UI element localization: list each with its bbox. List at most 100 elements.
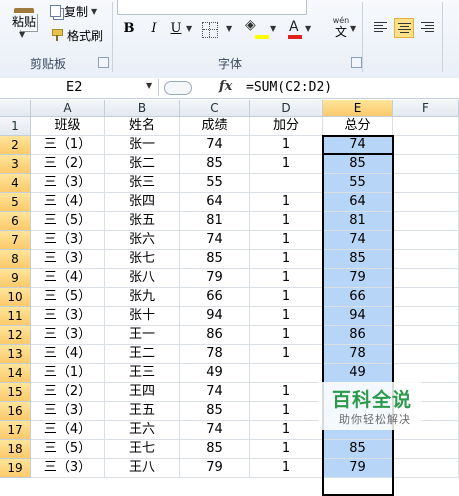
table-cell[interactable]: 79 (323, 459, 393, 478)
header-cell[interactable]: 姓名 (105, 117, 180, 136)
table-cell[interactable]: 王一 (105, 326, 180, 345)
table-cell[interactable] (393, 250, 459, 269)
table-cell[interactable] (393, 364, 459, 383)
table-cell[interactable]: 王二 (105, 345, 180, 364)
table-cell[interactable] (393, 326, 459, 345)
insert-function-button[interactable]: fx (219, 79, 232, 94)
table-cell[interactable]: 78 (180, 345, 250, 364)
table-cell[interactable]: 三（3） (31, 174, 105, 193)
row-header[interactable]: 5 (0, 193, 31, 212)
copy-dropdown-icon[interactable]: ▼ (91, 7, 97, 16)
row-header[interactable]: 11 (0, 307, 31, 326)
format-painter-button[interactable]: 格式刷 (50, 26, 103, 44)
table-cell[interactable]: 81 (323, 212, 393, 231)
table-cell[interactable]: 三（3） (31, 231, 105, 250)
table-cell[interactable]: 49 (180, 364, 250, 383)
borders-icon[interactable] (202, 22, 218, 38)
table-cell[interactable]: 85 (180, 155, 250, 174)
font-color-icon[interactable]: A (289, 18, 299, 36)
column-header-d[interactable]: D (250, 100, 323, 117)
header-cell[interactable]: 成绩 (180, 117, 250, 136)
font-dialog-launcher-icon[interactable] (351, 57, 362, 68)
borders-dropdown-icon[interactable]: ▼ (226, 20, 232, 38)
table-cell[interactable]: 三（3） (31, 402, 105, 421)
align-left-button[interactable] (371, 18, 391, 38)
phonetic-guide-button[interactable]: wén 文 (330, 17, 352, 40)
table-cell[interactable]: 王四 (105, 383, 180, 402)
row-header[interactable]: 9 (0, 269, 31, 288)
table-cell[interactable]: 张二 (105, 155, 180, 174)
row-header[interactable]: 3 (0, 155, 31, 174)
table-cell[interactable] (393, 307, 459, 326)
table-cell[interactable]: 55 (180, 174, 250, 193)
table-cell[interactable]: 1 (250, 421, 323, 440)
table-cell[interactable]: 1 (250, 459, 323, 478)
table-cell[interactable]: 王七 (105, 440, 180, 459)
table-cell[interactable]: 1 (250, 231, 323, 250)
table-cell[interactable]: 1 (250, 440, 323, 459)
table-cell[interactable]: 85 (323, 155, 393, 174)
table-cell[interactable]: 74 (180, 231, 250, 250)
table-cell[interactable]: 79 (180, 459, 250, 478)
clipboard-dialog-launcher-icon[interactable] (98, 57, 109, 68)
table-cell[interactable]: 张三 (105, 174, 180, 193)
table-cell[interactable]: 1 (250, 136, 323, 155)
table-cell[interactable] (393, 193, 459, 212)
table-cell[interactable]: 64 (180, 193, 250, 212)
table-cell[interactable]: 三（4） (31, 421, 105, 440)
table-cell[interactable]: 1 (250, 307, 323, 326)
table-cell[interactable]: 张八 (105, 269, 180, 288)
table-cell[interactable]: 85 (180, 440, 250, 459)
name-box[interactable]: E2 ▼ (0, 79, 159, 96)
row-header[interactable]: 8 (0, 250, 31, 269)
row-header[interactable]: 2 (0, 136, 31, 155)
table-cell[interactable] (393, 345, 459, 364)
table-cell[interactable]: 三（1） (31, 136, 105, 155)
row-header[interactable]: 4 (0, 174, 31, 193)
table-cell[interactable]: 85 (323, 440, 393, 459)
table-cell[interactable]: 王六 (105, 421, 180, 440)
table-cell[interactable] (250, 174, 323, 193)
row-header[interactable]: 7 (0, 231, 31, 250)
table-cell[interactable]: 79 (180, 269, 250, 288)
row-header[interactable]: 10 (0, 288, 31, 307)
table-cell[interactable]: 79 (323, 269, 393, 288)
table-cell[interactable]: 1 (250, 212, 323, 231)
name-box-dropdown-icon[interactable]: ▼ (146, 81, 152, 90)
table-cell[interactable]: 三（5） (31, 440, 105, 459)
fill-color-dropdown-icon[interactable]: ▼ (270, 20, 276, 38)
column-header-b[interactable]: B (105, 100, 180, 117)
table-cell[interactable]: 张九 (105, 288, 180, 307)
table-cell[interactable]: 74 (180, 421, 250, 440)
table-cell[interactable]: 王五 (105, 402, 180, 421)
table-cell[interactable] (393, 269, 459, 288)
font-color-dropdown-icon[interactable]: ▼ (305, 20, 311, 38)
table-cell[interactable]: 张一 (105, 136, 180, 155)
table-cell[interactable]: 85 (180, 250, 250, 269)
row-header[interactable]: 14 (0, 364, 31, 383)
table-cell[interactable]: 三（3） (31, 250, 105, 269)
table-cell[interactable] (393, 136, 459, 155)
column-header-f[interactable]: F (393, 100, 459, 117)
table-cell[interactable]: 78 (323, 345, 393, 364)
row-header[interactable]: 12 (0, 326, 31, 345)
table-cell[interactable]: 94 (323, 307, 393, 326)
underline-dropdown-icon[interactable]: ▼ (186, 20, 192, 38)
select-all-corner[interactable] (0, 100, 31, 117)
table-cell[interactable]: 66 (180, 288, 250, 307)
table-cell[interactable]: 64 (323, 193, 393, 212)
row-header[interactable]: 13 (0, 345, 31, 364)
table-cell[interactable] (250, 364, 323, 383)
table-cell[interactable]: 1 (250, 345, 323, 364)
column-header-e[interactable]: E (323, 100, 393, 117)
paste-label[interactable]: 粘贴 (11, 13, 38, 30)
table-cell[interactable] (393, 231, 459, 250)
column-header-c[interactable]: C (180, 100, 250, 117)
table-cell[interactable]: 1 (250, 155, 323, 174)
table-cell[interactable]: 1 (250, 193, 323, 212)
table-cell[interactable] (393, 212, 459, 231)
table-cell[interactable]: 王三 (105, 364, 180, 383)
bold-button[interactable]: B (120, 20, 138, 38)
table-cell[interactable]: 张七 (105, 250, 180, 269)
header-cell[interactable]: 总分 (323, 117, 393, 136)
